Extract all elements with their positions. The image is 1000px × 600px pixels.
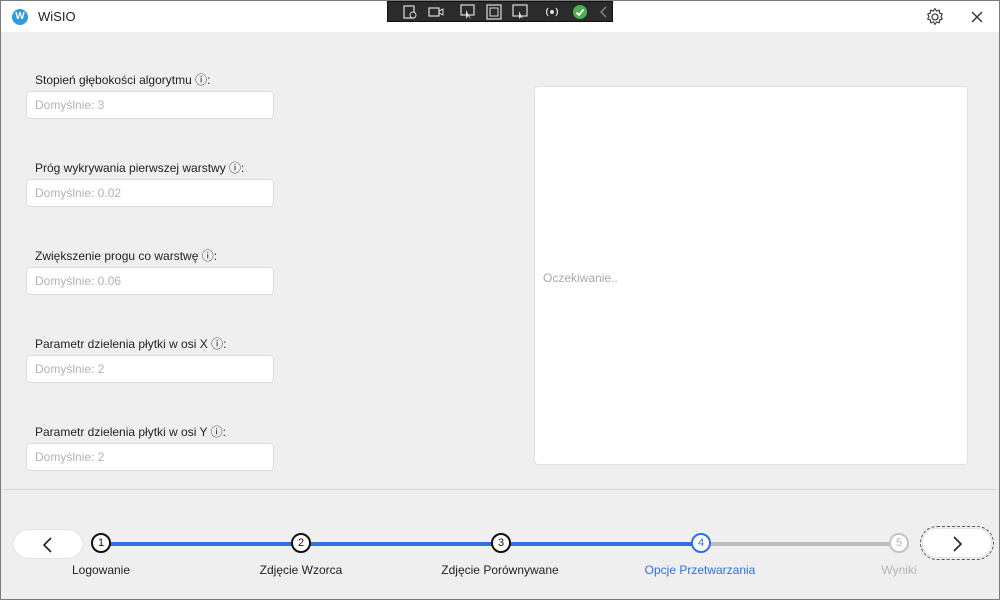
first-layer-threshold-label: Próg wykrywania pierwszej warstwy ⓘ:	[35, 161, 245, 175]
chevron-left-icon	[42, 537, 52, 553]
stepper-line-4-5	[710, 542, 890, 546]
depth-label: Stopień głębokości algorytmu ⓘ:	[35, 73, 211, 87]
back-button[interactable]	[13, 529, 83, 559]
title-bar: W WiSIO	[1, 1, 999, 32]
fullscreen-capture-icon[interactable]	[512, 4, 528, 20]
select-region-icon[interactable]	[486, 4, 502, 20]
chevron-right-icon	[953, 536, 963, 552]
step-2-circle: 2	[291, 533, 311, 553]
step-4-circle: 4	[691, 533, 711, 553]
stepper-line-3-4	[510, 542, 692, 546]
depth-input[interactable]	[26, 91, 274, 119]
broadcast-icon[interactable]	[544, 4, 560, 20]
threshold-increase-label: Zwiększenie progu co warstwę ⓘ:	[35, 249, 218, 263]
step-1-circle: 1	[91, 533, 111, 553]
split-x-label: Parametr dzielenia płytki w osi X ⓘ:	[35, 337, 227, 351]
collapse-chevron-icon[interactable]	[596, 4, 612, 20]
threshold-increase-input[interactable]	[26, 267, 274, 295]
preview-status: Oczekiwanie..	[543, 271, 618, 285]
preview-panel: Oczekiwanie..	[534, 86, 968, 465]
app-window: W WiSIO Stopień głębokości algorytmu ⓘ: …	[0, 0, 1000, 600]
window-title: WiSIO	[38, 9, 76, 24]
step-1-label: Logowanie	[71, 563, 131, 577]
step-5-label: Wyniki	[881, 563, 917, 577]
stepper-line-1-2	[110, 542, 292, 546]
app-logo-icon: W	[12, 9, 28, 25]
step-4-label: Opcje Przetwarzania	[644, 563, 756, 577]
screenshot-settings-icon[interactable]	[402, 4, 418, 20]
step-5-circle: 5	[889, 533, 909, 553]
footer-divider	[3, 489, 997, 490]
next-button[interactable]	[920, 526, 994, 560]
select-window-icon[interactable]	[460, 4, 476, 20]
split-y-label: Parametr dzielenia płytki w osi Y ⓘ:	[35, 425, 226, 439]
check-icon[interactable]	[572, 4, 588, 20]
video-icon[interactable]	[428, 4, 444, 20]
stepper-line-2-3	[310, 542, 492, 546]
split-x-input[interactable]	[26, 355, 274, 383]
recorder-toolbar	[387, 1, 613, 22]
step-3-label: Zdjęcie Porównywane	[441, 563, 559, 577]
close-icon[interactable]	[967, 7, 987, 27]
settings-gear-icon[interactable]	[925, 7, 945, 27]
step-2-label: Zdjęcie Wzorca	[259, 563, 343, 577]
split-y-input[interactable]	[26, 443, 274, 471]
first-layer-threshold-input[interactable]	[26, 179, 274, 207]
step-3-circle: 3	[491, 533, 511, 553]
